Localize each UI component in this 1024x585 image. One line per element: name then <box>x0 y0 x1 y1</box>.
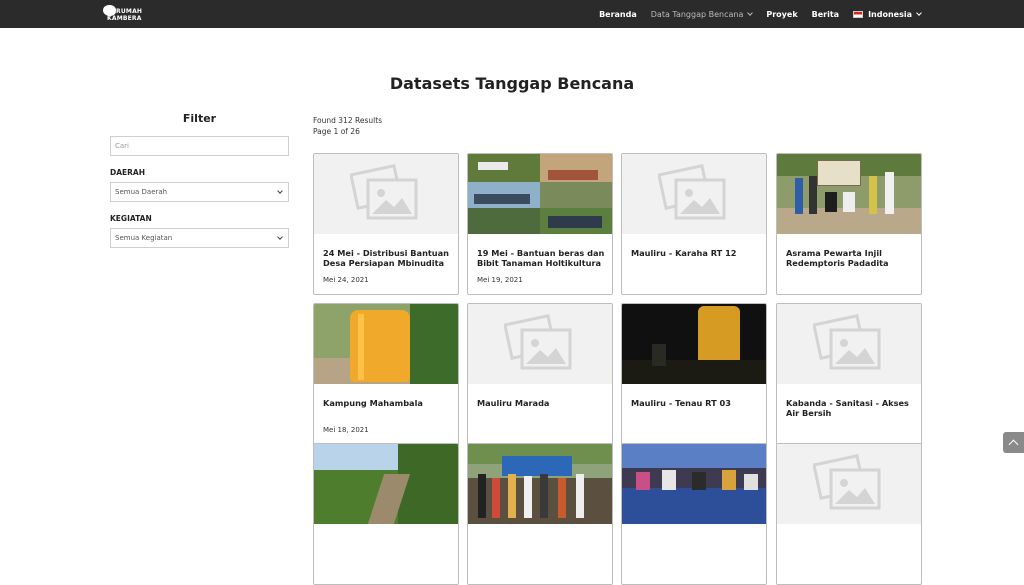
card-photo[interactable] <box>314 444 458 524</box>
chevron-down-icon <box>916 9 922 16</box>
kegiatan-label: KEGIATAN <box>110 214 152 223</box>
dataset-card[interactable]: 19 Mei - Bantuan beras dan Bibit Tanaman… <box>467 153 613 295</box>
kegiatan-selected-value: Semua Kegiatan <box>115 234 173 242</box>
card-image-placeholder[interactable] <box>314 154 458 234</box>
card-date: Mei 19, 2021 <box>477 276 523 284</box>
card-photo[interactable] <box>468 444 612 524</box>
card-photo[interactable] <box>777 154 921 234</box>
indonesia-flag-icon <box>853 10 864 18</box>
dataset-card[interactable] <box>621 443 767 585</box>
filter-title: Filter <box>182 112 217 125</box>
card-image-placeholder[interactable] <box>468 304 612 384</box>
nav-beranda-label: Beranda <box>599 9 637 19</box>
card-title[interactable]: 24 Mei - Distribusi Bantuan Desa Persiap… <box>323 248 451 268</box>
scroll-to-top-button[interactable] <box>1003 432 1024 453</box>
dataset-card[interactable] <box>313 443 459 585</box>
logo-line1: RUMAH <box>116 8 143 15</box>
chevron-down-icon <box>277 188 283 194</box>
card-title[interactable]: Kabanda - Sanitasi - Akses Air Bersih <box>786 398 914 418</box>
card-image-placeholder[interactable] <box>777 304 921 384</box>
dataset-card[interactable] <box>467 443 613 585</box>
logo-line2: KAMBERA <box>107 15 142 22</box>
nav-data-tanggap-bencana[interactable]: Data Tanggap Bencana <box>650 9 754 19</box>
card-title[interactable]: Asrama Pewarta Injil Redemptoris Padadit… <box>786 248 914 268</box>
dataset-card[interactable]: Mauliru - Karaha RT 12 <box>621 153 767 295</box>
search-input[interactable] <box>110 136 289 156</box>
dataset-card[interactable]: Asrama Pewarta Injil Redemptoris Padadit… <box>776 153 922 295</box>
card-title[interactable]: Mauliru - Karaha RT 12 <box>631 248 759 258</box>
nav-beranda[interactable]: Beranda <box>599 10 637 19</box>
results-count: Found 312 Results <box>313 116 383 125</box>
card-image-placeholder[interactable] <box>622 154 766 234</box>
card-title[interactable]: Kampung Mahambala <box>323 398 451 408</box>
nav-berita[interactable]: Berita <box>812 10 839 19</box>
card-date: Mei 18, 2021 <box>323 426 369 434</box>
nav-proyek-label: Proyek <box>766 9 798 19</box>
daerah-selected-value: Semua Daerah <box>115 188 168 196</box>
dataset-card[interactable]: Mauliru - Tenau RT 03 <box>621 303 767 445</box>
image-placeholder-icon <box>813 314 881 370</box>
chevron-down-icon <box>277 234 283 240</box>
card-title[interactable]: Mauliru - Tenau RT 03 <box>631 398 759 408</box>
daerah-label: DAERAH <box>110 168 146 177</box>
card-title[interactable]: 19 Mei - Bantuan beras dan Bibit Tanaman… <box>477 248 605 268</box>
top-navigation-bar: RUMAH KAMBERA Beranda Data Tanggap Benca… <box>0 0 1024 28</box>
dataset-card[interactable] <box>776 443 922 585</box>
rumah-kambera-logo[interactable]: RUMAH KAMBERA <box>103 4 143 24</box>
page-title: Datasets Tanggap Bencana <box>389 74 635 93</box>
main-menu: Beranda Data Tanggap Bencana Proyek Beri… <box>585 0 922 28</box>
image-placeholder-icon <box>504 314 572 370</box>
dataset-card[interactable]: Kabanda - Sanitasi - Akses Air Bersih <box>776 303 922 445</box>
nav-data-label: Data Tanggap Bencana <box>650 9 744 19</box>
card-title[interactable]: Mauliru Marada <box>477 398 605 408</box>
card-image-placeholder[interactable] <box>777 444 921 524</box>
daerah-select[interactable]: Semua Daerah <box>110 182 289 202</box>
kegiatan-select[interactable]: Semua Kegiatan <box>110 228 289 248</box>
card-photo[interactable] <box>468 154 612 234</box>
chevron-down-icon <box>747 9 754 16</box>
card-date: Mei 24, 2021 <box>323 276 369 284</box>
nav-berita-label: Berita <box>811 9 840 19</box>
card-photo[interactable] <box>622 444 766 524</box>
nav-proyek[interactable]: Proyek <box>766 10 797 19</box>
dataset-card[interactable]: 24 Mei - Distribusi Bantuan Desa Persiap… <box>313 153 459 295</box>
image-placeholder-icon <box>350 164 418 220</box>
dataset-card[interactable]: Kampung Mahambala Mei 18, 2021 <box>313 303 459 445</box>
image-placeholder-icon <box>813 454 881 510</box>
results-page: Page 1 of 26 <box>313 127 360 136</box>
card-photo[interactable] <box>314 304 458 384</box>
language-switcher[interactable]: Indonesia <box>853 9 922 19</box>
results-meta: Found 312 Results Page 1 of 26 <box>313 115 382 137</box>
dataset-card[interactable]: Mauliru Marada <box>467 303 613 445</box>
language-label: Indonesia <box>868 9 912 19</box>
image-placeholder-icon <box>658 164 726 220</box>
card-photo[interactable] <box>622 304 766 384</box>
